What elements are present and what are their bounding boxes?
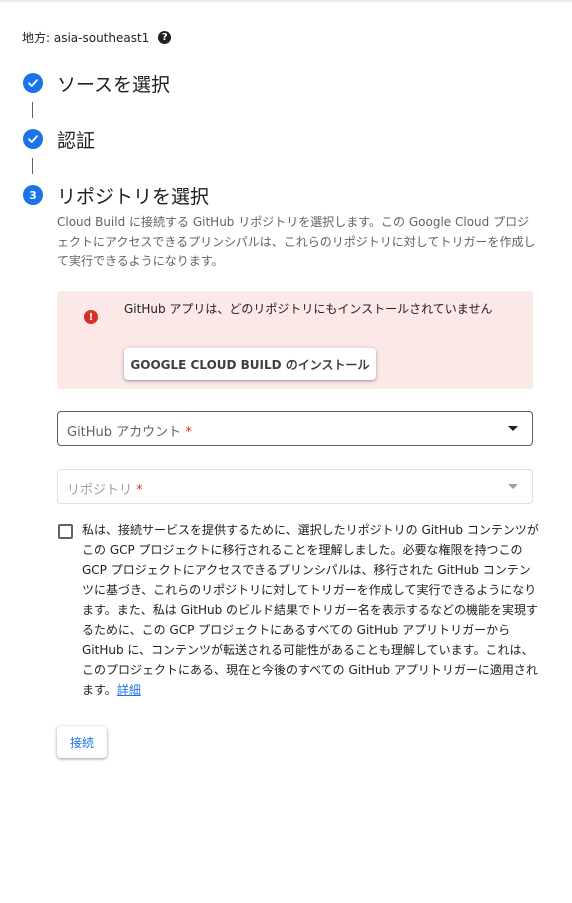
step-2-title[interactable]: 認証 xyxy=(57,126,95,153)
error-icon: ! xyxy=(84,310,98,324)
step-connector-1 xyxy=(32,102,33,118)
github-account-select[interactable]: GitHub アカウント * xyxy=(57,411,533,446)
help-circle-icon[interactable]: ? xyxy=(158,31,172,44)
consent-checkbox[interactable] xyxy=(58,524,73,539)
learn-more-link[interactable]: 詳細 xyxy=(117,683,141,697)
dropdown-arrow-icon xyxy=(508,484,518,489)
dropdown-arrow-icon xyxy=(508,426,518,431)
repository-label: リポジトリ * xyxy=(67,483,143,498)
github-account-label: GitHub アカウント * xyxy=(67,425,192,440)
step-3-number: 3 xyxy=(29,188,37,202)
region-label: 地方: asia-southeast1 xyxy=(22,31,150,45)
top-divider xyxy=(0,0,572,2)
consent-text: 私は、接続サービスを提供するために、選択したリポジトリの GitHub コンテン… xyxy=(82,523,539,697)
step-connector-2 xyxy=(32,158,33,174)
error-alert: ! GitHub アプリは、どのリポジトリにもインストールされていません GOO… xyxy=(57,291,533,389)
alert-message: GitHub アプリは、どのリポジトリにもインストールされていません xyxy=(124,302,493,316)
step-3-number-icon: 3 xyxy=(23,185,43,205)
repository-select[interactable]: リポジトリ * xyxy=(57,469,533,504)
connect-button[interactable]: 接続 xyxy=(57,726,107,758)
region-indicator: 地方: asia-southeast1 ? xyxy=(22,29,172,46)
step-1-title[interactable]: ソースを選択 xyxy=(57,70,170,97)
install-cloud-build-button[interactable]: GOOGLE CLOUD BUILD のインストール xyxy=(124,348,376,380)
step-2-check-icon xyxy=(23,129,43,149)
step-3-title: リポジトリを選択 xyxy=(57,186,210,208)
step-description: Cloud Build に接続する GitHub リポジトリを選択します。この … xyxy=(57,215,536,268)
step-1-check-icon xyxy=(23,73,43,93)
